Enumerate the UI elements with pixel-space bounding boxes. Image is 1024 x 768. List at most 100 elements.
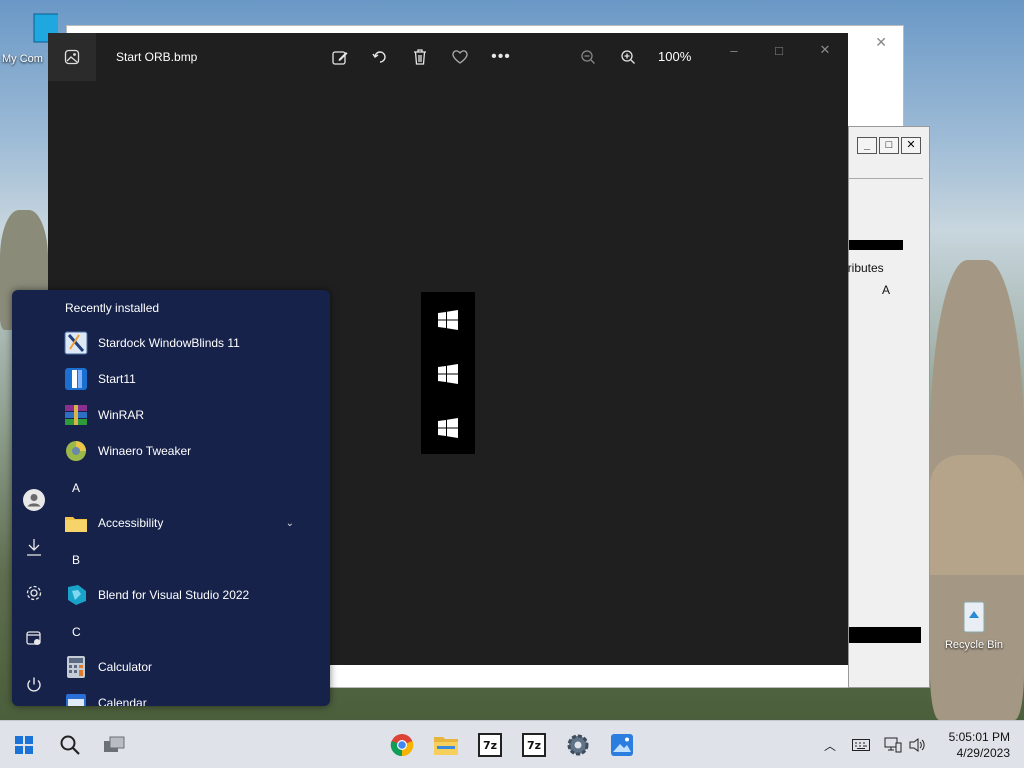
photos-toolbar: Start ORB.bmp ••• 100% – □ ✕: [48, 33, 848, 81]
file-name: Start ORB.bmp: [116, 50, 198, 64]
app-label: WinRAR: [98, 408, 145, 422]
close-button[interactable]: ✕: [813, 41, 837, 59]
photos-button[interactable]: [608, 731, 636, 759]
app-label: Stardock WindowBlinds 11: [98, 336, 240, 350]
winrar-icon: [65, 405, 87, 425]
start-rail: [12, 290, 56, 706]
minimize-button[interactable]: –: [722, 41, 746, 59]
folder-icon: [434, 737, 458, 755]
selection-bar: [849, 240, 903, 250]
volume-button[interactable]: [908, 735, 928, 755]
folder-icon: [65, 517, 87, 532]
show-hidden-icons-button[interactable]: ︿: [820, 735, 840, 755]
power-icon: [27, 677, 41, 692]
app-label: Start11: [98, 372, 136, 386]
app-label: Calendar: [98, 696, 147, 706]
maximize-button[interactable]: □: [767, 41, 791, 59]
desktop-icon-label: Recycle Bin: [944, 639, 1004, 651]
file-explorer-button[interactable]: [432, 731, 460, 759]
windowblinds-icon: [64, 331, 88, 355]
zoom-out-button[interactable]: [576, 45, 600, 69]
app-item-calendar[interactable]: Calendar: [64, 688, 322, 706]
image-icon: [64, 49, 80, 65]
app-item-calculator[interactable]: Calculator: [64, 652, 322, 682]
heart-icon: [452, 50, 468, 64]
group-letter-a[interactable]: A: [72, 481, 80, 495]
group-letter-b[interactable]: B: [72, 553, 80, 567]
app-item-winrar[interactable]: WinRAR: [64, 400, 322, 430]
7zip-icon: 7z: [522, 733, 546, 757]
photos-icon: [611, 734, 633, 756]
downloads-button[interactable]: [22, 535, 46, 559]
user-account-button[interactable]: [22, 488, 46, 512]
app-item-blend-visual-studio[interactable]: Blend for Visual Studio 2022: [64, 580, 322, 610]
desktop-icon-recycle-bin[interactable]: Recycle Bin: [938, 598, 1010, 651]
7zip-icon: 7z: [478, 733, 502, 757]
delete-button[interactable]: [408, 45, 432, 69]
edit-image-button[interactable]: [328, 45, 352, 69]
svg-text:7z: 7z: [527, 739, 541, 752]
attribute-value: A: [882, 283, 891, 297]
taskbar: 7z 7z ︿ 5:05:01 PM 4/29/2023: [0, 720, 1024, 768]
start-button[interactable]: [10, 731, 38, 759]
properties-window[interactable]: _ □ ✕ ttributes A: [841, 126, 930, 688]
7zip-button[interactable]: 7z: [476, 731, 504, 759]
calculator-icon: [67, 656, 85, 678]
winaero-tweaker-icon: [66, 441, 86, 461]
section-title: Recently installed: [65, 301, 160, 315]
trash-icon: [414, 49, 426, 65]
svg-text:7z: 7z: [483, 739, 497, 752]
app-item-winaero-tweaker[interactable]: Winaero Tweaker: [64, 436, 322, 466]
rotate-button[interactable]: [368, 45, 392, 69]
clock-time: 5:05:01 PM: [948, 730, 1010, 744]
zoom-in-icon: [621, 50, 635, 64]
chrome-button[interactable]: [388, 731, 416, 759]
app-label: Calculator: [98, 660, 153, 674]
volume-icon: [909, 738, 925, 752]
power-button[interactable]: [22, 673, 46, 697]
divider: [849, 178, 923, 179]
keyboard-button[interactable]: [851, 735, 871, 755]
edit-icon: [332, 51, 348, 65]
group-letter-c[interactable]: C: [72, 625, 81, 639]
windows-logo-icon: [438, 418, 458, 438]
app-item-stardock-windowblinds[interactable]: Stardock WindowBlinds 11: [64, 328, 322, 358]
network-icon: [884, 737, 902, 753]
photos-app-icon[interactable]: [48, 33, 96, 81]
more-options-button[interactable]: •••: [489, 45, 513, 69]
gear-icon: [567, 734, 589, 756]
start11-icon: [65, 368, 87, 390]
app-item-accessibility[interactable]: Accessibility ⌄: [64, 508, 322, 538]
7zip-button-2[interactable]: 7z: [520, 731, 548, 759]
network-button[interactable]: [883, 735, 903, 755]
gear-icon: [26, 585, 42, 601]
image-canvas: [421, 292, 475, 454]
search-button[interactable]: [56, 731, 84, 759]
avatar-icon: [23, 489, 45, 511]
minimize-button[interactable]: _: [857, 137, 877, 154]
recycle-bin-icon: [963, 601, 985, 633]
zoom-level[interactable]: 100%: [658, 49, 691, 64]
close-button[interactable]: ✕: [901, 137, 921, 154]
zoom-in-button[interactable]: [616, 45, 640, 69]
close-icon[interactable]: ✕: [875, 34, 887, 51]
chevron-down-icon[interactable]: ⌄: [286, 518, 294, 529]
more-icon: •••: [491, 48, 511, 65]
favorite-button[interactable]: [448, 45, 472, 69]
download-icon: [27, 539, 41, 556]
settings-button[interactable]: [564, 731, 592, 759]
app-item-start11[interactable]: Start11: [64, 364, 322, 394]
system-clock[interactable]: 5:05:01 PM 4/29/2023: [949, 729, 1010, 761]
maximize-button[interactable]: □: [879, 137, 899, 154]
settings-button[interactable]: [22, 581, 46, 605]
windows-logo-icon: [438, 364, 458, 384]
app-label: Winaero Tweaker: [98, 444, 192, 458]
zoom-out-icon: [581, 50, 595, 64]
control-panel-button[interactable]: [22, 627, 46, 651]
clock-date: 4/29/2023: [956, 746, 1010, 760]
blend-icon: [68, 585, 86, 605]
chrome-icon: [390, 734, 414, 757]
task-view-button[interactable]: [100, 731, 128, 759]
windows-logo-icon: [15, 736, 33, 754]
start-menu[interactable]: Recently installed Stardock WindowBlinds…: [12, 290, 330, 706]
